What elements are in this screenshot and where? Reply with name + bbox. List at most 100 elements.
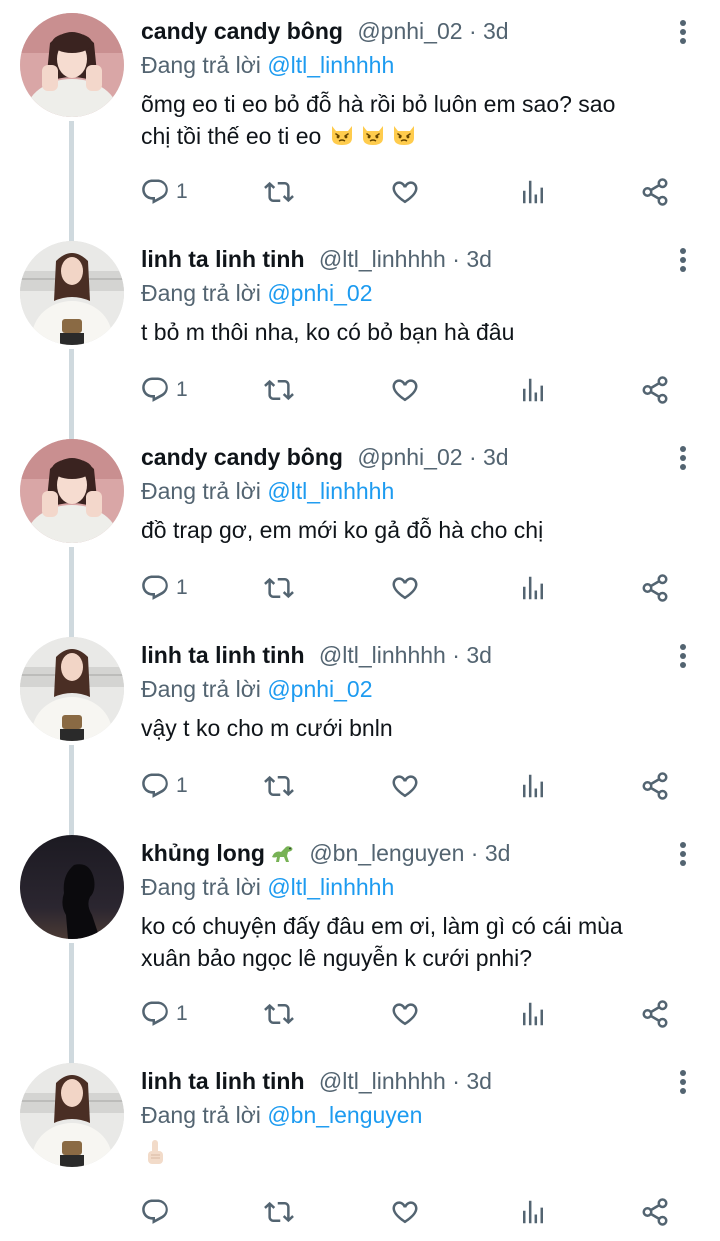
reply-icon [140, 375, 170, 405]
handle[interactable]: @ltl_linhhhh [319, 1068, 446, 1094]
more-icon[interactable] [676, 842, 690, 870]
more-icon[interactable] [676, 644, 690, 672]
pointing-up-emoji [148, 1140, 163, 1164]
handle[interactable]: @ltl_linhhhh [319, 642, 446, 668]
share-button[interactable] [640, 1192, 670, 1232]
reply-button[interactable]: 1 [140, 994, 188, 1034]
analytics-button[interactable] [518, 172, 548, 212]
reply-button[interactable]: 1 [140, 766, 188, 806]
like-icon [390, 375, 420, 405]
like-button[interactable] [390, 370, 420, 410]
tweet-text-line: xuân bảo ngọc lê nguyễn k cưới pnhi? [141, 945, 533, 971]
replying-to: Đang trả lời @bn_lenguyen [141, 1098, 422, 1132]
tweet[interactable]: linh ta linh tinh @ltl_linhhhh · 3d Đang… [0, 624, 720, 839]
reply-button[interactable]: 1 [140, 370, 188, 410]
tweet[interactable]: linh ta linh tinh @ltl_linhhhh · 3d Đang… [0, 228, 720, 443]
share-button[interactable] [640, 766, 670, 806]
analytics-icon [518, 999, 548, 1029]
more-icon[interactable] [676, 20, 690, 48]
avatar[interactable] [20, 13, 124, 117]
retweet-button[interactable] [264, 370, 294, 410]
retweet-button[interactable] [264, 766, 294, 806]
thread-connector [69, 121, 74, 245]
analytics-button[interactable] [518, 1192, 548, 1232]
handle[interactable]: @ltl_linhhhh [319, 246, 446, 272]
retweet-icon [264, 771, 294, 801]
tweet-actions: 1 [140, 994, 700, 1034]
timestamp[interactable]: 3d [466, 1068, 492, 1094]
retweet-button[interactable] [264, 1192, 294, 1232]
like-button[interactable] [390, 1192, 420, 1232]
tweet-text-line: t bỏ m thôi nha, ko có bỏ bạn hà đâu [141, 319, 515, 345]
more-icon[interactable] [676, 1070, 690, 1098]
analytics-button[interactable] [518, 766, 548, 806]
pouting-cat-emoji [393, 126, 414, 145]
tweet[interactable]: linh ta linh tinh @ltl_linhhhh · 3d Đang… [0, 1050, 720, 1241]
retweet-button[interactable] [264, 568, 294, 608]
like-icon [390, 771, 420, 801]
analytics-icon [518, 177, 548, 207]
mention-link[interactable]: @ltl_linhhhh [267, 478, 394, 504]
reply-button[interactable]: 1 [140, 172, 188, 212]
separator-dot: · [452, 1068, 467, 1094]
mention-link[interactable]: @pnhi_02 [267, 280, 372, 306]
mention-link[interactable]: @pnhi_02 [267, 676, 372, 702]
timestamp[interactable]: 3d [483, 444, 509, 470]
tweet-text: vậy t ko cho m cưới bnln [141, 712, 680, 744]
reply-count: 1 [176, 774, 188, 797]
like-button[interactable] [390, 172, 420, 212]
retweet-button[interactable] [264, 994, 294, 1034]
share-button[interactable] [640, 370, 670, 410]
handle[interactable]: @bn_lenguyen [309, 840, 464, 866]
analytics-button[interactable] [518, 370, 548, 410]
display-name[interactable]: linh ta linh tinh [141, 246, 305, 272]
mention-link[interactable]: @bn_lenguyen [267, 1102, 422, 1128]
retweet-button[interactable] [264, 172, 294, 212]
timestamp[interactable]: 3d [483, 18, 509, 44]
replying-to: Đang trả lời @ltl_linhhhh [141, 48, 394, 82]
tweet-text-line: õmg eo ti eo bỏ đỗ hà rồi bỏ luôn em sao… [141, 91, 616, 117]
handle[interactable]: @pnhi_02 [357, 444, 462, 470]
avatar[interactable] [20, 241, 124, 345]
reply-thread: candy candy bông @pnhi_02 · 3d Đang trả … [0, 0, 720, 1241]
reply-count: 1 [176, 180, 188, 203]
share-button[interactable] [640, 568, 670, 608]
reply-button[interactable] [140, 1192, 170, 1232]
more-icon[interactable] [676, 446, 690, 474]
like-button[interactable] [390, 568, 420, 608]
timestamp[interactable]: 3d [466, 642, 492, 668]
like-button[interactable] [390, 994, 420, 1034]
analytics-icon [518, 771, 548, 801]
display-name[interactable]: khủng long [141, 840, 265, 866]
display-name[interactable]: candy candy bông [141, 18, 343, 44]
display-name[interactable]: linh ta linh tinh [141, 1068, 305, 1094]
reply-count: 1 [176, 378, 188, 401]
reply-button[interactable]: 1 [140, 568, 188, 608]
display-name[interactable]: candy candy bông [141, 444, 343, 470]
mention-link[interactable]: @ltl_linhhhh [267, 874, 394, 900]
analytics-button[interactable] [518, 568, 548, 608]
mention-link[interactable]: @ltl_linhhhh [267, 52, 394, 78]
like-button[interactable] [390, 766, 420, 806]
tweet-text-line: đồ trap gơ, em mới ko gả đỗ hà cho chị [141, 517, 544, 543]
tweet-text: õmg eo ti eo bỏ đỗ hà rồi bỏ luôn em sao… [141, 88, 680, 152]
avatar[interactable] [20, 835, 124, 939]
tweet[interactable]: candy candy bông @pnhi_02 · 3d Đang trả … [0, 426, 720, 641]
like-icon [390, 1197, 420, 1227]
tweet[interactable]: candy candy bông @pnhi_02 · 3d Đang trả … [0, 0, 720, 245]
replying-to: Đang trả lời @pnhi_02 [141, 276, 373, 310]
reply-count: 1 [176, 1002, 188, 1025]
timestamp[interactable]: 3d [466, 246, 492, 272]
handle[interactable]: @pnhi_02 [357, 18, 462, 44]
replying-to: Đang trả lời @pnhi_02 [141, 672, 373, 706]
timestamp[interactable]: 3d [485, 840, 511, 866]
analytics-button[interactable] [518, 994, 548, 1034]
share-button[interactable] [640, 994, 670, 1034]
share-button[interactable] [640, 172, 670, 212]
more-icon[interactable] [676, 248, 690, 276]
avatar[interactable] [20, 637, 124, 741]
avatar[interactable] [20, 1063, 124, 1167]
avatar[interactable] [20, 439, 124, 543]
tweet[interactable]: khủng long @bn_lenguyen · 3d Đang trả lờ… [0, 822, 720, 1067]
display-name[interactable]: linh ta linh tinh [141, 642, 305, 668]
